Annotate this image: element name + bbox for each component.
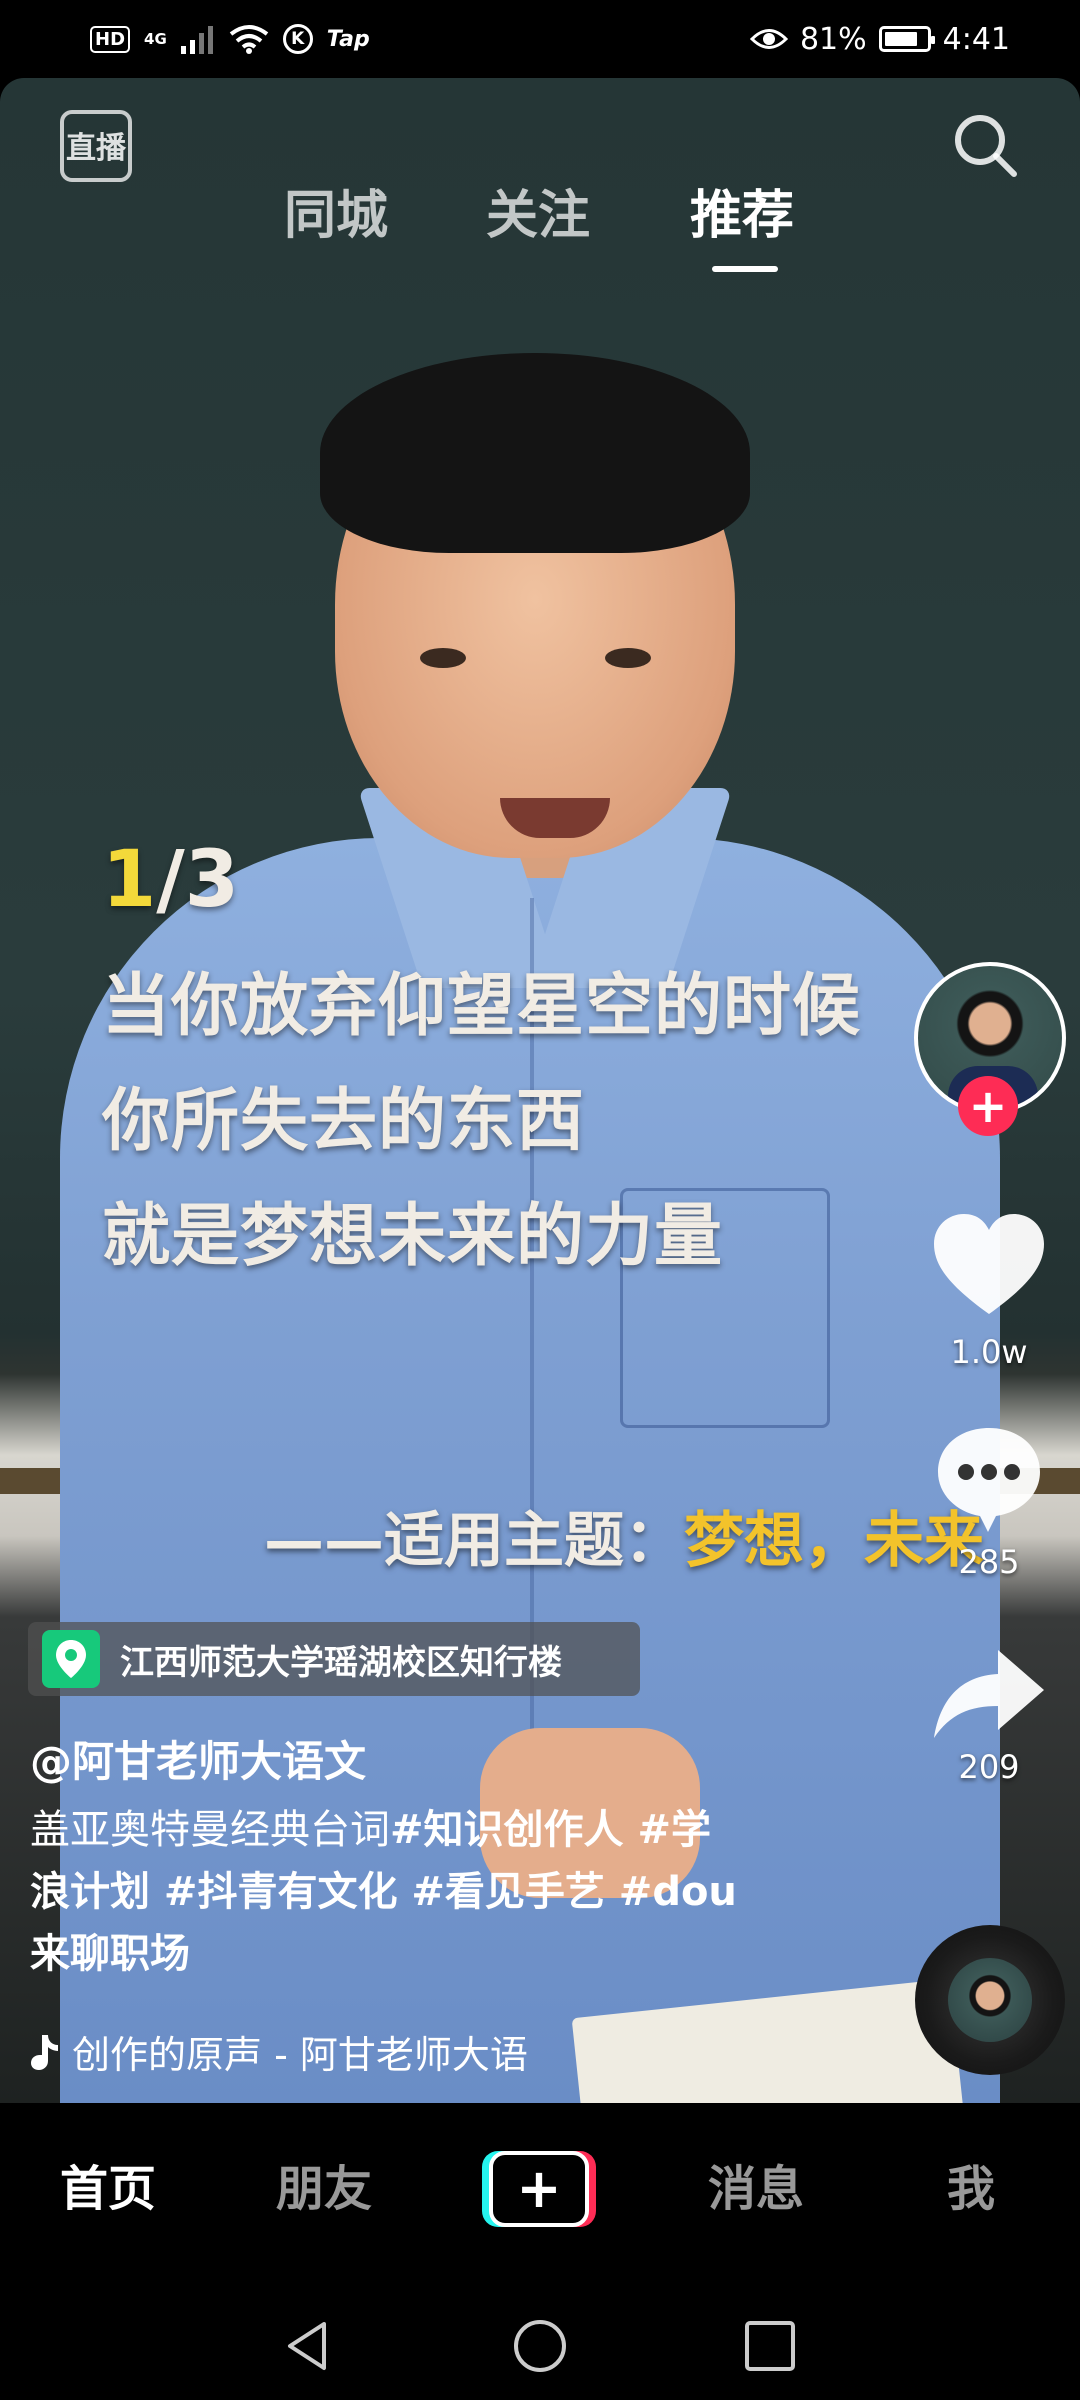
battery-fill <box>884 32 917 46</box>
music-disc-cover <box>948 1958 1032 2042</box>
comment-icon[interactable] <box>930 1420 1048 1538</box>
comment-count: 285 <box>958 1543 1020 1581</box>
tab-same-city[interactable]: 同城 <box>284 190 388 242</box>
status-left-icons: HD 4G K Tap <box>90 24 370 54</box>
counter-current: 1 <box>102 835 157 925</box>
status-bar: HD 4G K Tap 81% 4:41 <box>0 0 1080 78</box>
signal-icon <box>180 26 213 54</box>
hd-badge: HD <box>90 25 131 53</box>
counter-total: /3 <box>156 835 240 925</box>
description-line-1: 盖亚奥特曼经典台词#知识创作人 #学 <box>30 1810 790 1850</box>
k-app-icon: K <box>282 24 313 54</box>
subtitle-line-3: 就是梦想未来的力量 <box>102 1197 724 1276</box>
create-button[interactable]: + <box>482 2151 596 2227</box>
music-title: 创作的原声 - 阿甘老师大语 <box>72 2033 528 2077</box>
like-count: 1.0w <box>950 1333 1028 1371</box>
battery-percent: 81% <box>799 21 867 57</box>
music-note-icon <box>31 2034 58 2070</box>
author-name[interactable]: @阿甘老师大语文 <box>30 1728 366 1789</box>
wifi-icon <box>229 25 268 54</box>
description-line-3: 来聊职场 <box>30 1934 790 1974</box>
top-nav: 直播 同城 关注 推荐 <box>0 78 1080 272</box>
system-nav-bar <box>0 2288 1080 2400</box>
search-icon[interactable] <box>948 108 1024 184</box>
music-disc[interactable] <box>915 1925 1065 2075</box>
home-icon[interactable] <box>512 2318 568 2374</box>
subtitle-counter: 1/3 <box>102 835 239 925</box>
eye-icon <box>749 29 788 49</box>
description-line-2: 浪计划 #抖青有文化 #看见手艺 #dou <box>30 1872 790 1912</box>
back-icon[interactable] <box>280 2318 336 2374</box>
hashtag-career-chat[interactable]: 来聊职场 <box>30 1931 190 1977</box>
tab-following[interactable]: 关注 <box>486 190 590 242</box>
network-type: 4G <box>144 30 167 48</box>
clock: 4:41 <box>942 21 1010 57</box>
tab-recommended[interactable]: 推荐 <box>690 190 794 242</box>
subtitle-line-2: 你所失去的东西 <box>102 1082 586 1161</box>
tap-app-icon: Tap <box>326 26 370 52</box>
live-label: 直播 <box>66 131 127 166</box>
tab-me[interactable]: 我 <box>947 2165 995 2213</box>
share-count: 209 <box>958 1748 1020 1786</box>
active-tab-indicator <box>712 266 778 272</box>
follow-button[interactable]: + <box>958 1076 1018 1136</box>
status-right-icons: 81% 4:41 <box>749 21 1010 57</box>
hashtag-knowledge-creator[interactable]: #知识创作人 #学 <box>390 1807 711 1853</box>
theme-prefix: ——适用主题： <box>264 1506 684 1576</box>
tab-friends[interactable]: 朋友 <box>276 2165 372 2213</box>
location-label: 江西师范大学瑶湖校区知行楼 <box>120 1642 562 1683</box>
tab-home[interactable]: 首页 <box>60 2165 156 2213</box>
plus-icon: + <box>489 2151 589 2227</box>
live-icon[interactable]: 直播 <box>58 108 134 184</box>
subtitle-theme: ——适用主题：梦想，未来 <box>264 1492 984 1579</box>
battery-icon <box>878 26 935 52</box>
bottom-tab-bar: 首页 朋友 + 消息 我 <box>0 2103 1080 2288</box>
music-info[interactable]: 创作的原声 - 阿甘老师大语 <box>30 2024 528 2079</box>
hashtags-line-2[interactable]: 浪计划 #抖青有文化 #看见手艺 #dou <box>30 1869 737 1915</box>
subtitle-line-1: 当你放弃仰望星空的时候 <box>102 967 862 1046</box>
recents-icon[interactable] <box>742 2318 798 2374</box>
like-heart-icon[interactable] <box>930 1210 1048 1328</box>
location-chip[interactable]: 江西师范大学瑶湖校区知行楼 <box>28 1622 640 1696</box>
description-text: 盖亚奥特曼经典台词 <box>30 1807 390 1853</box>
tab-messages[interactable]: 消息 <box>708 2165 804 2213</box>
share-icon[interactable] <box>930 1640 1048 1758</box>
location-pin-icon <box>42 1630 100 1688</box>
